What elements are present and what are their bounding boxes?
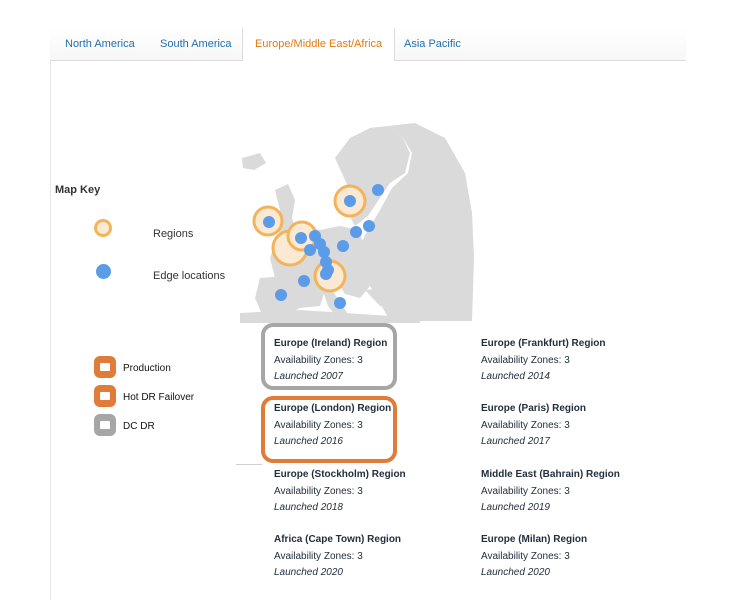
region-tab-bar: North America South America Europe/Middl… — [50, 28, 686, 61]
region-name: Europe (Stockholm) Region — [274, 469, 406, 480]
region-name: Europe (Paris) Region — [481, 403, 587, 414]
legend-dc-dr-label: DC DR — [123, 421, 155, 432]
legend-hot-dr-failover-label: Hot DR Failover — [123, 392, 195, 403]
tab-north-america[interactable]: North America — [53, 28, 147, 60]
region-availability-zones: Availability Zones: 3 — [481, 486, 570, 497]
region-card-bahrain[interactable]: Middle East (Bahrain) Region Availabilit… — [481, 469, 651, 516]
region-availability-zones: Availability Zones: 3 — [481, 551, 570, 562]
region-marker-icon — [94, 219, 112, 237]
region-name: Middle East (Bahrain) Region — [481, 469, 620, 480]
region-launch-year: Launched 2020 — [481, 567, 550, 578]
tab-asia-pacific[interactable]: Asia Pacific — [392, 28, 473, 60]
region-launch-year: Launched 2014 — [481, 371, 550, 382]
divider — [236, 464, 262, 465]
hot-dr-failover-legend-icon — [94, 385, 116, 407]
region-name: Europe (Milan) Region — [481, 534, 588, 545]
production-highlight-box — [261, 396, 397, 463]
region-name: Africa (Cape Town) Region — [274, 534, 402, 545]
region-card-paris[interactable]: Europe (Paris) Region Availability Zones… — [481, 403, 651, 450]
tab-south-america[interactable]: South America — [148, 28, 244, 60]
map-key-regions-label: Regions — [153, 228, 194, 240]
left-border-line — [50, 60, 51, 600]
region-availability-zones: Availability Zones: 3 — [481, 420, 570, 431]
map-key-edge-label: Edge locations — [153, 270, 226, 282]
dc-dr-highlight-box — [261, 323, 397, 390]
region-card-cape-town[interactable]: Africa (Cape Town) Region Availability Z… — [274, 534, 444, 581]
region-availability-zones: Availability Zones: 3 — [274, 551, 363, 562]
production-legend-icon — [94, 356, 116, 378]
region-launch-year: Launched 2020 — [274, 567, 343, 578]
dc-dr-legend-icon — [94, 414, 116, 436]
region-availability-zones: Availability Zones: 3 — [481, 355, 570, 366]
region-card-stockholm[interactable]: Europe (Stockholm) Region Availability Z… — [274, 469, 444, 516]
region-launch-year: Launched 2018 — [274, 502, 343, 513]
region-launch-year: Launched 2019 — [481, 502, 550, 513]
edge-location-icon — [96, 264, 111, 279]
europe-region-map — [240, 123, 474, 323]
legend-production-label: Production — [123, 363, 171, 374]
region-launch-year: Launched 2017 — [481, 436, 550, 447]
region-name: Europe (Frankfurt) Region — [481, 338, 606, 349]
tab-europe-middle-east-africa[interactable]: Europe/Middle East/Africa — [242, 28, 396, 61]
region-card-milan[interactable]: Europe (Milan) Region Availability Zones… — [481, 534, 651, 581]
region-card-frankfurt[interactable]: Europe (Frankfurt) Region Availability Z… — [481, 338, 651, 385]
map-key-title: Map Key — [55, 184, 101, 196]
region-availability-zones: Availability Zones: 3 — [274, 486, 363, 497]
